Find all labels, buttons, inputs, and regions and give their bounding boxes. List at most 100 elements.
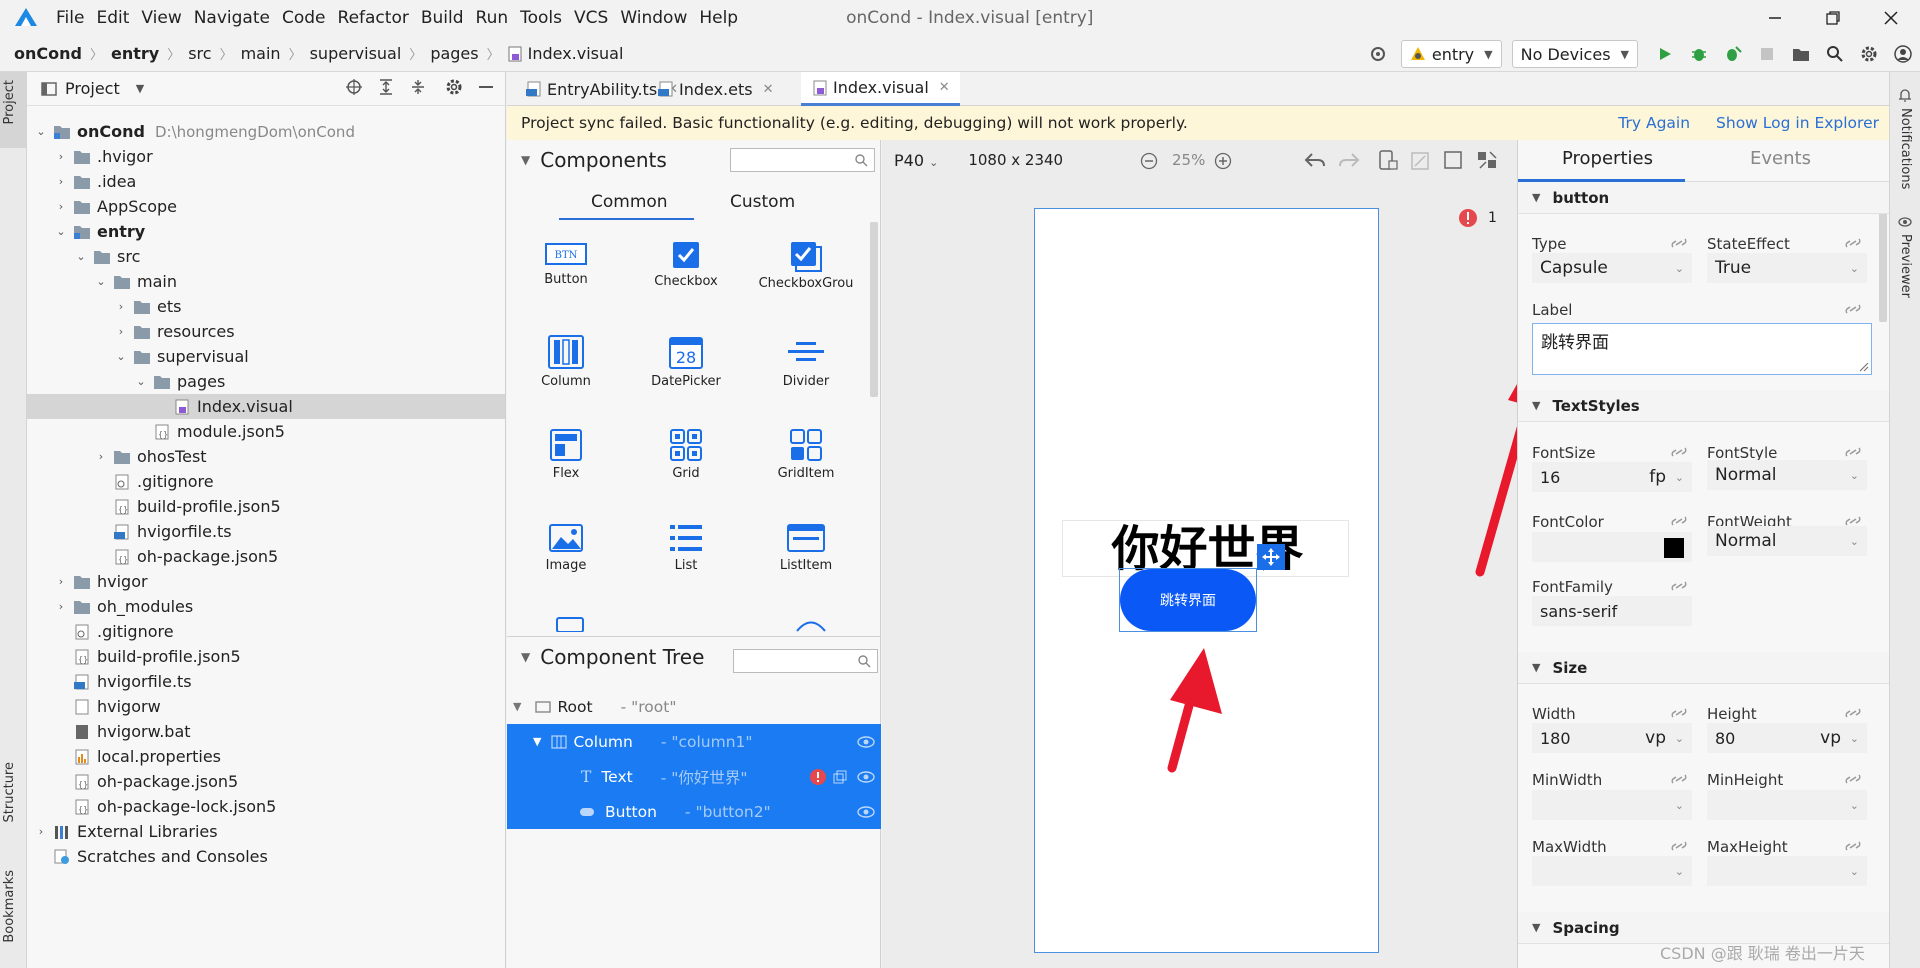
- tree-item-root-build-profile[interactable]: {} build-profile.json5: [27, 644, 505, 669]
- components-search-input[interactable]: [730, 148, 875, 172]
- min-width-input[interactable]: ⌄: [1532, 790, 1692, 820]
- component-grid[interactable]: Grid: [631, 428, 741, 481]
- project-panel-title[interactable]: Project: [65, 79, 120, 98]
- tab-structure-tool[interactable]: Structure: [2, 762, 17, 822]
- chevron-right-icon[interactable]: ›: [53, 175, 69, 188]
- breadcrumb-item[interactable]: supervisual: [310, 44, 402, 63]
- link-icon[interactable]: [1844, 302, 1862, 316]
- device-dropdown[interactable]: P40 ⌄: [894, 151, 938, 170]
- tab-properties[interactable]: Properties: [1562, 148, 1653, 169]
- section-textstyles[interactable]: ▼ TextStyles: [1518, 390, 1890, 422]
- chevron-down-icon[interactable]: ⌄: [1850, 865, 1859, 878]
- debug-button[interactable]: [1682, 37, 1716, 71]
- tree-item-entry[interactable]: ⌄ entry: [27, 219, 505, 244]
- link-icon[interactable]: [1670, 514, 1688, 528]
- eye-icon[interactable]: [1898, 216, 1912, 228]
- restore-button[interactable]: [1804, 0, 1862, 36]
- tree-node-column[interactable]: ▼ Column - "column1": [507, 724, 881, 759]
- max-height-input[interactable]: ⌄: [1707, 856, 1867, 886]
- font-size-input[interactable]: 16 fp ⌄: [1532, 462, 1692, 492]
- layout-toggle-icon[interactable]: [1476, 150, 1498, 170]
- close-window-button[interactable]: [1862, 0, 1920, 36]
- link-icon[interactable]: [1844, 772, 1862, 786]
- component-checkbox[interactable]: Checkbox: [631, 240, 741, 289]
- chevron-right-icon[interactable]: ›: [93, 450, 109, 463]
- zoom-out-icon[interactable]: [1140, 152, 1158, 170]
- menu-code[interactable]: Code: [282, 8, 326, 28]
- try-again-link[interactable]: Try Again: [1618, 114, 1690, 132]
- tab-custom[interactable]: Custom: [730, 192, 795, 212]
- chevron-down-icon[interactable]: ⌄: [133, 375, 149, 388]
- tree-item-oh-package-lock[interactable]: {} oh-package-lock.json5: [27, 794, 505, 819]
- tab-previewer[interactable]: Previewer: [1898, 234, 1913, 298]
- frame-icon[interactable]: [1444, 151, 1462, 169]
- tree-item-ets[interactable]: › ets: [27, 294, 505, 319]
- chevron-down-icon[interactable]: ⌄: [53, 225, 69, 238]
- label-textarea[interactable]: 跳转界面: [1532, 323, 1872, 375]
- menu-file[interactable]: File: [56, 8, 84, 28]
- chevron-down-icon[interactable]: ▼: [513, 700, 521, 713]
- link-icon[interactable]: [1670, 839, 1688, 853]
- chevron-right-icon[interactable]: ›: [113, 300, 129, 313]
- tree-item-hvigorfile[interactable]: hvigorfile.ts: [27, 519, 505, 544]
- link-icon[interactable]: [1844, 839, 1862, 853]
- chevron-down-icon[interactable]: ⌄: [1675, 732, 1684, 745]
- breadcrumb-item-file[interactable]: Index.visual: [508, 44, 623, 63]
- breadcrumb-item[interactable]: main: [241, 44, 281, 63]
- component-griditem[interactable]: GridItem: [751, 428, 861, 481]
- tree-item-gitignore[interactable]: .gitignore: [27, 469, 505, 494]
- link-icon[interactable]: [1844, 236, 1862, 250]
- chevron-down-icon[interactable]: ▼: [533, 735, 541, 748]
- chevron-down-icon[interactable]: ⌄: [93, 275, 109, 288]
- chevron-right-icon[interactable]: ›: [53, 200, 69, 213]
- menu-edit[interactable]: Edit: [96, 8, 129, 28]
- tree-item-oh-modules[interactable]: › oh_modules: [27, 594, 505, 619]
- tab-notifications[interactable]: Notifications: [1898, 108, 1913, 189]
- breadcrumb-item[interactable]: pages: [430, 44, 478, 63]
- tree-node-text[interactable]: T Text - "你好世界": [507, 759, 881, 794]
- component-list[interactable]: List: [631, 522, 741, 573]
- chevron-right-icon[interactable]: ›: [33, 825, 49, 838]
- undo-icon[interactable]: [1304, 151, 1326, 169]
- tree-node-button[interactable]: Button - "button2": [507, 794, 881, 829]
- chevron-right-icon[interactable]: ›: [53, 150, 69, 163]
- tree-item-hvigorw[interactable]: hvigorw: [27, 694, 505, 719]
- component-flex[interactable]: Flex: [511, 428, 621, 481]
- module-selector[interactable]: entry ▼: [1400, 40, 1502, 68]
- tree-item-ohostest[interactable]: › ohosTest: [27, 444, 505, 469]
- tree-item-module-json5[interactable]: {} module.json5: [27, 419, 505, 444]
- chevron-right-icon[interactable]: ›: [113, 325, 129, 338]
- link-icon[interactable]: [1844, 445, 1862, 459]
- tab-common[interactable]: Common: [591, 192, 668, 212]
- breadcrumb-item[interactable]: onCond: [14, 44, 82, 63]
- component-image[interactable]: Image: [511, 522, 621, 573]
- chevron-right-icon[interactable]: ›: [53, 600, 69, 613]
- color-swatch[interactable]: [1664, 538, 1684, 558]
- state-effect-select[interactable]: True ⌄: [1707, 253, 1867, 283]
- tree-item-root-oh-package[interactable]: {} oh-package.json5: [27, 769, 505, 794]
- width-input[interactable]: 180 vp ⌄: [1532, 723, 1692, 753]
- tree-item-root-gitignore[interactable]: .gitignore: [27, 619, 505, 644]
- tree-item-hvigorw-bat[interactable]: hvigorw.bat: [27, 719, 505, 744]
- max-width-input[interactable]: ⌄: [1532, 856, 1692, 886]
- phone-preview[interactable]: 你好世界 跳转界面: [1034, 208, 1379, 953]
- type-select[interactable]: Capsule ⌄: [1532, 253, 1692, 283]
- chevron-down-icon[interactable]: ⌄: [1850, 732, 1859, 745]
- font-style-select[interactable]: Normal ⌄: [1707, 460, 1867, 490]
- zoom-in-icon[interactable]: [1214, 152, 1232, 170]
- chevron-down-icon[interactable]: ⌄: [33, 125, 49, 138]
- chevron-down-icon[interactable]: ⌄: [73, 250, 89, 263]
- tree-item-oh-package[interactable]: {} oh-package.json5: [27, 544, 505, 569]
- chevron-down-icon[interactable]: ▼: [136, 82, 144, 95]
- stop-button[interactable]: [1750, 37, 1784, 71]
- component-column[interactable]: Column: [511, 334, 621, 389]
- chevron-down-icon[interactable]: ⌄: [1675, 799, 1684, 812]
- search-everywhere-button[interactable]: [1818, 37, 1852, 71]
- font-family-input[interactable]: sans-serif: [1532, 596, 1692, 626]
- component-tree-search-input[interactable]: [733, 649, 878, 673]
- tree-item-root-hvigorfile[interactable]: hvigorfile.ts: [27, 669, 505, 694]
- tree-item-scratches[interactable]: Scratches and Consoles: [27, 844, 505, 869]
- visibility-eye-icon[interactable]: [857, 735, 875, 748]
- show-log-link[interactable]: Show Log in Explorer: [1716, 114, 1879, 132]
- tree-item-index-visual[interactable]: Index.visual: [27, 394, 505, 419]
